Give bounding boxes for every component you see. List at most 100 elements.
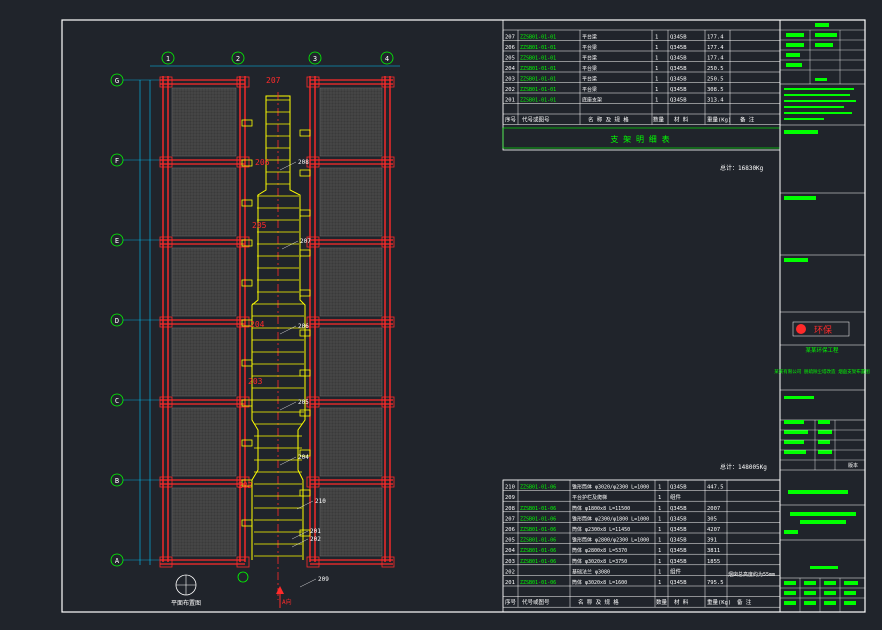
member-label: 205 — [252, 221, 267, 230]
bracket — [299, 249, 311, 257]
cell-weight: 795.5 — [707, 580, 724, 586]
table-header-cell: 材 料 — [674, 116, 689, 124]
bracket — [241, 439, 253, 447]
table-header-cell: 重量(Kg) — [707, 598, 731, 606]
table-header-cell: 代号或图号 — [522, 116, 550, 124]
cell-name: 筒体 φ3020x8 L=1600 — [572, 579, 627, 586]
table-header-cell: 重量(Kg) — [707, 116, 731, 124]
cell-qty: 1 — [655, 66, 658, 72]
cell-no: 203 — [505, 77, 515, 83]
cell-material: Q345B — [670, 45, 687, 51]
member-label: 206 — [255, 158, 270, 167]
member-label: 202 — [238, 481, 253, 490]
bracket — [299, 209, 311, 217]
cell-no: 202 — [505, 569, 515, 575]
cad-drawing-sheet: 1234 GFEDCBA 207206205204203202 20820720… — [61, 19, 870, 613]
table-row: 203 ZZSB01-01-01 平台梁 1 Q345B 250.5 — [505, 76, 724, 83]
cell-no: 209 — [505, 495, 515, 501]
axis-label: F — [115, 157, 119, 165]
cell-code: ZZSB01-01-01 — [520, 98, 556, 104]
arrow-label: A向 — [282, 598, 292, 606]
cell-weight: 447.5 — [707, 485, 724, 491]
axis-label: E — [115, 237, 119, 245]
cell-name: 平台梁 — [582, 44, 597, 51]
axis-label: D — [115, 317, 119, 325]
cell-code: ZZSB01-01-06 — [520, 516, 556, 522]
cell-material: Q345B — [670, 35, 687, 41]
bracket — [241, 399, 253, 407]
bracket — [241, 199, 253, 207]
table-row: 207 ZZSB01-01-01 平台梁 1 Q345B 177.4 — [505, 34, 724, 41]
table-row: 201 ZZSB01-01-01 底座支架 1 Q345B 313.4 — [505, 97, 724, 104]
table-row: 207 ZZSB01-01-06 锥形筒体 φ2300/φ1800 L=1000 1 Q… — [505, 515, 717, 522]
cell-material: 组件 — [670, 493, 682, 501]
cell-qty: 1 — [658, 548, 661, 554]
cell-material: Q345B — [670, 548, 687, 554]
bracket — [241, 519, 253, 527]
table-row: 210 ZZSB01-01-06 锥形筒体 φ3020/φ2300 L=1000 1 Q… — [505, 484, 724, 491]
cell-weight: 1855 — [707, 559, 720, 565]
plan-view: 1 2 3 4 G F E D C B A 207 206 205 204 203 202 208 207 20… — [110, 51, 400, 608]
cell-code: ZZSB01-01-06 — [520, 580, 556, 586]
drawing-title: 某某有限公司 脱硫除尘塔改造 烟囱支架布置图 — [774, 368, 870, 375]
cell-no: 201 — [505, 98, 515, 104]
cell-weight: 313.4 — [707, 98, 724, 104]
bottom-total-weight: 总计：148005Kg — [720, 463, 767, 471]
member-label: 207 — [300, 238, 311, 245]
cell-weight: 3811 — [707, 548, 720, 554]
bottom-table-note: 烟囱总高度约为55mm — [728, 571, 775, 578]
cell-name: 锥形筒体 φ3020/φ2300 L=1000 — [572, 484, 649, 491]
cell-material: Q345B — [670, 98, 687, 104]
member-label: 204 — [250, 320, 265, 329]
cell-weight: 177.4 — [707, 45, 724, 51]
cell-weight: 177.4 — [707, 35, 724, 41]
cell-weight: 308.5 — [707, 87, 724, 93]
cell-material: Q345B — [670, 527, 687, 533]
cell-qty: 1 — [658, 580, 661, 586]
company-logo: 环保 — [792, 321, 850, 337]
cell-material: Q345B — [670, 485, 687, 491]
cell-code: ZZSB01-01-06 — [520, 485, 556, 491]
bracket — [241, 279, 253, 287]
axis-bubbles-left: G F E D C B A — [110, 73, 160, 567]
title-footer: 版本 — [848, 462, 858, 469]
table-header-cell: 数量 — [653, 116, 665, 124]
table-header-cell: 序号 — [505, 116, 517, 124]
cell-qty: 1 — [658, 485, 661, 491]
table-row: 206 ZZSB01-01-01 平台梁 1 Q345B 177.4 — [505, 44, 724, 51]
cell-qty: 1 — [655, 98, 658, 104]
parts-table-top: 207 ZZSB01-01-01 平台梁 1 Q345B 177.4 206 ZZSB01-0… — [502, 19, 781, 151]
table-header-cell: 备 注 — [740, 116, 755, 124]
cell-weight: 177.4 — [707, 56, 724, 62]
cell-code: ZZSB01-01-01 — [520, 77, 556, 83]
cell-material: Q345B — [670, 516, 687, 522]
cell-name: 锥形筒体 φ2800/φ2300 L=1000 — [572, 537, 649, 544]
bottom-table-header: 序号 代号或图号 名 称 及 规 格 数量材 料 重量(Kg) 备 注 — [505, 598, 752, 606]
grating-panel — [319, 487, 383, 557]
cell-name: 平台梁 — [582, 65, 597, 72]
cell-name: 平台梁 — [582, 55, 597, 62]
cell-name: 筒体 φ3020x8 L=3750 — [572, 558, 627, 565]
axis-label: 2 — [236, 55, 240, 63]
cell-name: 平台梁 — [582, 76, 597, 83]
bracket — [241, 119, 253, 127]
table-row: 205 ZZSB01-01-06 锥形筒体 φ2800/φ2300 L=1000 1 Q… — [505, 537, 717, 544]
grating-panels — [171, 87, 383, 557]
table-header-cell: 材 料 — [674, 598, 689, 606]
axis-label: A — [115, 557, 120, 565]
cell-no: 207 — [505, 35, 515, 41]
cell-no: 201 — [505, 580, 515, 586]
north-symbol: 平面布置图 — [171, 574, 201, 607]
cell-qty: 1 — [658, 506, 661, 512]
cell-weight: 2007 — [707, 506, 720, 512]
cell-qty: 1 — [655, 56, 658, 62]
bracket — [241, 359, 253, 367]
cell-code: ZZSB01-01-06 — [520, 527, 556, 533]
chimney-frame — [251, 92, 306, 600]
cell-code: ZZSB01-01-01 — [520, 35, 556, 41]
member-label: 201 — [310, 528, 321, 535]
member-label: 206 — [298, 323, 309, 330]
cell-qty: 1 — [658, 559, 661, 565]
cell-material: Q345B — [670, 538, 687, 544]
title-block: 环保 某某环保工程 某某有限公司 脱硫除尘塔改造 烟囱支架布置图 版本 — [774, 19, 870, 613]
